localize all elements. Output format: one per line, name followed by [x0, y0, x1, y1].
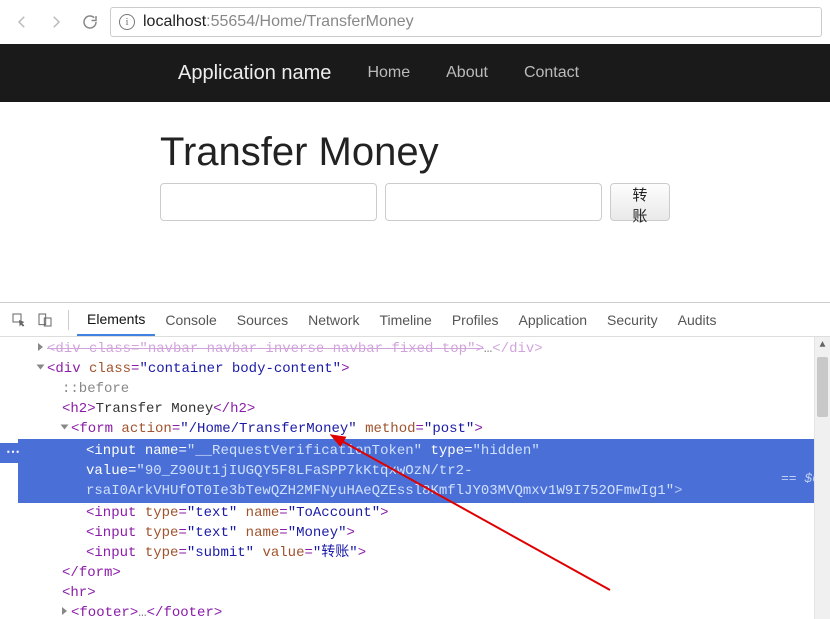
tab-security[interactable]: Security	[597, 303, 668, 336]
devtools-tabs: Elements Console Sources Network Timelin…	[0, 303, 830, 337]
tab-separator	[68, 310, 69, 330]
page-container: Transfer Money 转账	[0, 102, 830, 235]
breakpoint-gutter-icon[interactable]: ⋯	[0, 443, 24, 463]
scroll-thumb[interactable]	[817, 357, 828, 417]
back-button[interactable]	[8, 8, 36, 36]
dom-pseudo-before[interactable]: ::before	[18, 379, 830, 399]
devtools-scrollbar[interactable]: ▲	[814, 337, 830, 619]
tab-application[interactable]: Application	[509, 303, 598, 336]
dom-node-hidden-input-selected[interactable]: ⋯<input name="__RequestVerificationToken…	[18, 439, 830, 503]
dom-node-container[interactable]: <div class="container body-content">	[18, 359, 830, 379]
dom-node-input-money[interactable]: <input type="text" name="Money">	[18, 523, 830, 543]
dom-node-hr[interactable]: <hr>	[18, 583, 830, 603]
submit-button[interactable]: 转账	[610, 183, 670, 221]
site-info-icon[interactable]: i	[119, 14, 135, 30]
address-bar[interactable]: i localhost:55654/Home/TransferMoney	[110, 7, 822, 37]
tab-elements[interactable]: Elements	[77, 303, 155, 336]
tab-timeline[interactable]: Timeline	[369, 303, 441, 336]
tab-audits[interactable]: Audits	[668, 303, 727, 336]
dom-node-footer[interactable]: <footer>…</footer>	[18, 603, 830, 619]
dom-node-input-toaccount[interactable]: <input type="text" name="ToAccount">	[18, 503, 830, 523]
dom-node-form[interactable]: <form action="/Home/TransferMoney" metho…	[18, 419, 830, 439]
browser-toolbar: i localhost:55654/Home/TransferMoney	[0, 0, 830, 44]
dom-node-cutoff[interactable]: <div class="navbar navbar-inverse navbar…	[18, 339, 830, 359]
dom-node-input-submit[interactable]: <input type="submit" value="转账">	[18, 543, 830, 563]
nav-about[interactable]: About	[428, 64, 506, 82]
device-toggle-icon[interactable]	[34, 309, 56, 331]
dom-node-h2[interactable]: <h2>Transfer Money</h2>	[18, 399, 830, 419]
devtools-panel: Elements Console Sources Network Timelin…	[0, 302, 830, 618]
transfer-form: 转账	[160, 183, 670, 221]
dom-node-form-close[interactable]: </form>	[18, 563, 830, 583]
to-account-input[interactable]	[160, 183, 377, 221]
reload-button[interactable]	[76, 8, 104, 36]
page-title: Transfer Money	[160, 116, 670, 183]
tab-profiles[interactable]: Profiles	[442, 303, 509, 336]
money-input[interactable]	[385, 183, 602, 221]
scroll-up-icon[interactable]: ▲	[815, 337, 830, 355]
nav-home[interactable]: Home	[349, 64, 428, 82]
tab-network[interactable]: Network	[298, 303, 369, 336]
page-content: Application name Home About Contact Tran…	[0, 44, 830, 302]
app-navbar: Application name Home About Contact	[0, 44, 830, 102]
nav-contact[interactable]: Contact	[506, 64, 597, 82]
forward-button[interactable]	[42, 8, 70, 36]
tab-console[interactable]: Console	[155, 303, 226, 336]
url-text: localhost:55654/Home/TransferMoney	[143, 13, 414, 31]
tab-sources[interactable]: Sources	[227, 303, 298, 336]
app-brand[interactable]: Application name	[160, 62, 349, 85]
elements-tree[interactable]: <div class="navbar navbar-inverse navbar…	[0, 337, 830, 619]
inspect-icon[interactable]	[8, 309, 30, 331]
